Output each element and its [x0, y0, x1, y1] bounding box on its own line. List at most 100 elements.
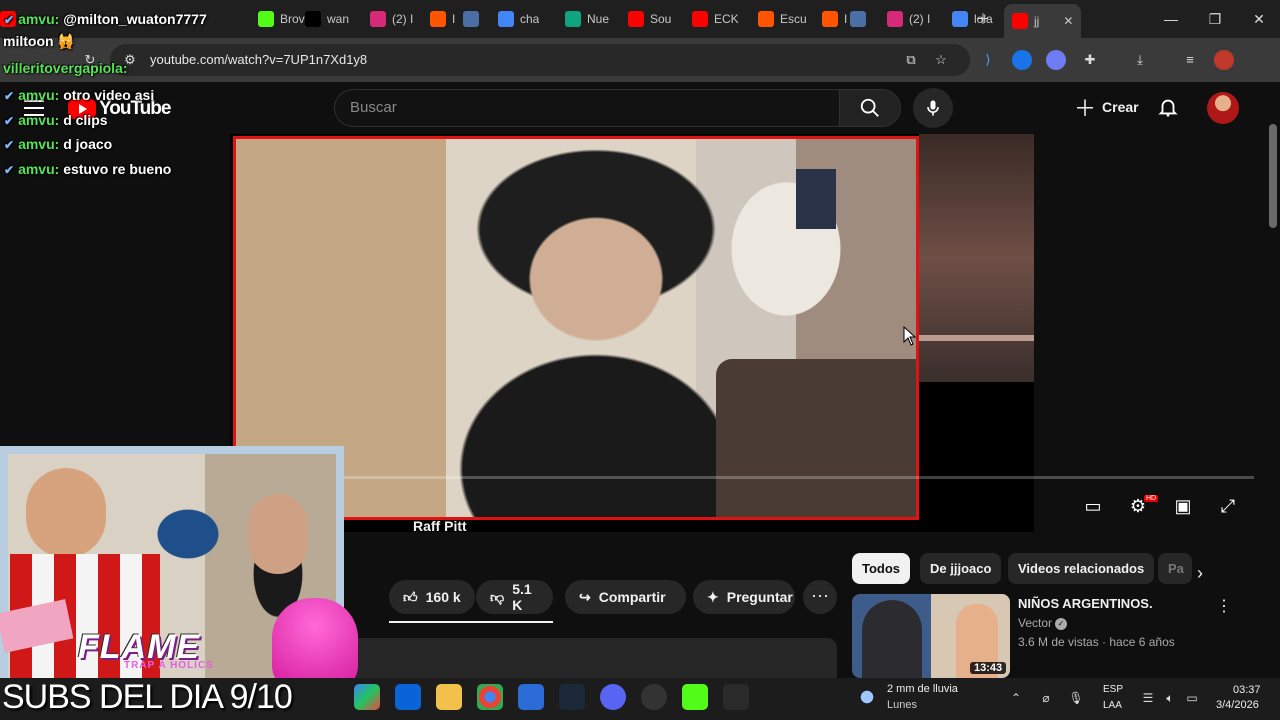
more-vert-icon[interactable]: ⋮ [1216, 596, 1232, 616]
close-window-icon[interactable]: ✕ [1248, 8, 1270, 30]
browser-tab[interactable]: Nue [565, 6, 609, 32]
chat-badge-icon: ✔ [4, 13, 15, 27]
search-input[interactable] [334, 89, 839, 127]
browser-tab[interactable]: (2) I [370, 6, 413, 32]
kick-icon[interactable] [682, 684, 708, 710]
extension-icon[interactable]: ⟩ [978, 50, 998, 70]
wifi-icon[interactable]: ☰ [1140, 690, 1156, 706]
soundcloud-icon [758, 11, 774, 27]
language-code[interactable]: ESP [1103, 684, 1123, 695]
hd-badge: HD [1144, 495, 1159, 502]
share-icon: ↪ [579, 588, 591, 605]
account-avatar[interactable] [1207, 92, 1239, 124]
browser-tab[interactable]: jj ✕ [1004, 4, 1082, 38]
create-button[interactable]: ＋ Crear [1062, 89, 1151, 125]
discord-icon[interactable] [600, 684, 626, 710]
weather-text[interactable]: 2 mm de lluvia [887, 683, 958, 695]
volume-icon[interactable]: 🔈︎ [1162, 690, 1178, 706]
outlook-icon[interactable] [395, 684, 421, 710]
browser-tab[interactable]: I [822, 6, 847, 32]
chat-message: ✔ amvu: estuvo re bueno [4, 161, 171, 177]
keyboard-layout[interactable]: LAA [1103, 700, 1122, 711]
voice-search-button[interactable] [913, 88, 953, 128]
verified-check-icon: ✓ [1055, 618, 1067, 630]
extension-icon[interactable] [1012, 50, 1032, 70]
x-icon [305, 11, 321, 27]
media-control-icon[interactable]: ≡ [1180, 50, 1200, 70]
copilot-icon[interactable] [354, 684, 380, 710]
clock-time[interactable]: 03:37 [1233, 684, 1261, 696]
like-count: 160 k [425, 589, 461, 605]
bookmark-star-icon[interactable]: ☆ [931, 50, 951, 70]
video-progress-bar[interactable] [344, 476, 1254, 479]
extensions-puzzle-icon[interactable]: ✚ [1080, 50, 1100, 70]
browser-tab[interactable]: (2) I [887, 6, 930, 32]
browser-tab[interactable]: wan [305, 6, 349, 32]
more-actions-button[interactable]: ··· [803, 580, 837, 614]
chat-text: otro video asi [63, 87, 155, 103]
notifications-bell-icon[interactable] [1157, 96, 1179, 118]
browser-tab-label: I [452, 12, 456, 26]
browser-tab[interactable]: cha [498, 6, 539, 32]
browser-tab-label: Brov [280, 12, 305, 26]
youtube-icon [692, 11, 708, 27]
profile-avatar[interactable] [1214, 50, 1234, 70]
streamer-face [26, 468, 106, 558]
recommendation-title[interactable]: NIÑOS ARGENTINOS. [1018, 596, 1153, 611]
download-icon[interactable]: ⤓ [1130, 50, 1150, 70]
channel-name[interactable]: Raff Pitt [413, 518, 467, 534]
chevron-up-icon[interactable]: ⌃ [1008, 690, 1024, 706]
extension-icon[interactable] [1046, 50, 1066, 70]
microphone-icon[interactable]: 🎙︎ [1068, 690, 1084, 706]
maximize-icon[interactable]: ❐ [1204, 8, 1226, 30]
new-tab-button[interactable]: ＋ [972, 8, 994, 30]
theater-mode-icon[interactable]: ▣ [1171, 494, 1195, 518]
browser-tab-label: I [844, 12, 848, 26]
guest-face [248, 494, 308, 574]
ask-button[interactable]: ✦ Preguntar [693, 580, 795, 614]
file-explorer-icon[interactable] [436, 684, 462, 710]
browser-tab[interactable]: Brov [258, 6, 305, 32]
weather-day[interactable]: Lunes [887, 699, 917, 711]
network-muted-icon[interactable]: ⌀ [1038, 690, 1054, 706]
filter-chip[interactable]: Pa [1158, 553, 1192, 584]
dislike-button[interactable]: 👎︎ 5.1 K [476, 580, 553, 614]
chat-message: villeritovergapiola: [3, 60, 127, 76]
browser-tab[interactable]: ECK [692, 6, 739, 32]
browser-tab[interactable] [463, 6, 485, 32]
mouse-cursor-icon [903, 326, 917, 346]
browser-tab[interactable]: Escu [758, 6, 807, 32]
description-box[interactable] [344, 638, 837, 678]
clock-date[interactable]: 3/4/2026 [1216, 699, 1259, 711]
fullscreen-icon[interactable]: ⤢ [1216, 494, 1240, 518]
filter-chip[interactable]: De jjjoaco [920, 553, 1002, 584]
scrollbar-thumb[interactable] [1269, 124, 1277, 228]
browser-tab[interactable]: Sou [628, 6, 671, 32]
filter-chip[interactable]: Videos relacionados [1008, 553, 1155, 584]
subtitles-icon[interactable]: ▭ [1081, 494, 1105, 518]
recommendation-channel[interactable]: Vector [1018, 616, 1052, 630]
chrome-icon[interactable] [477, 684, 503, 710]
like-button[interactable]: 👍︎ 160 k [389, 580, 475, 614]
chat-text: d joaco [63, 136, 113, 152]
share-label: Compartir [598, 589, 666, 605]
battery-icon[interactable]: ▭ [1184, 690, 1200, 706]
filter-chip[interactable]: Todos [852, 553, 911, 584]
epic-games-icon[interactable] [723, 684, 749, 710]
chevron-right-icon[interactable]: › [1197, 563, 1203, 584]
browser-tab[interactable]: I [430, 6, 455, 32]
close-tab-icon[interactable]: ✕ [1063, 14, 1073, 28]
steam-icon[interactable] [559, 684, 585, 710]
obs-icon[interactable] [641, 684, 667, 710]
browser-tab-label: Escu [780, 12, 807, 26]
browser-tab-label: wan [327, 12, 350, 26]
video-duration: 13:43 [970, 662, 1007, 674]
store-icon[interactable] [518, 684, 544, 710]
minimize-icon[interactable]: — [1160, 8, 1182, 30]
url-text[interactable]: youtube.com/watch?v=7UP1n7Xd1y8 [150, 52, 367, 67]
search-button[interactable] [839, 89, 901, 127]
browser-tab[interactable] [850, 6, 872, 32]
install-app-icon[interactable]: ⧉ [901, 50, 921, 70]
weather-icon[interactable] [856, 686, 878, 708]
share-button[interactable]: ↪ Compartir [565, 580, 686, 614]
